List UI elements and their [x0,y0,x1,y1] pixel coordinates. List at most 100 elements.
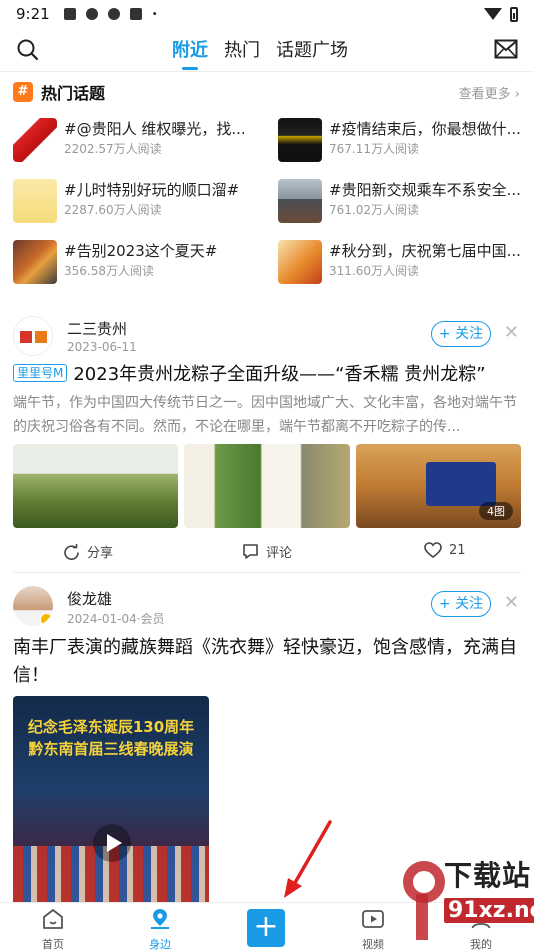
video-caption-line: 黔东南首届三线春晚展演 [28,740,194,758]
follow-button[interactable]: + 关注 [431,321,491,347]
like-count: 21 [449,543,466,558]
top-header: 附近 热门 话题广场 [0,28,534,72]
app-notification-icon [107,8,120,20]
topic-thumbnail [278,179,322,223]
chevron-right-icon: › [514,87,520,102]
video-caption: 纪念毛泽东诞辰130周年 黔东南首届三线春晚展演 [13,716,209,760]
nav-nearby-label: 身边 [149,938,171,950]
topic-reads: 311.60万人阅读 [329,264,419,278]
post-title-text: 2023年贵州龙粽子全面升级——“香禾糯 贵州龙粽” [73,364,486,385]
author-name[interactable]: 二三贵州 [67,318,127,339]
share-label: 分享 [87,546,114,561]
share-icon [64,544,79,560]
comment-label: 评论 [266,546,293,561]
watermark-url: 91xz.net [444,898,534,923]
nav-video[interactable]: 视频 [348,905,398,950]
close-icon[interactable]: ✕ [504,322,519,343]
add-post-button[interactable]: + [247,909,285,947]
app-notification-icon [85,8,98,20]
topic-thumbnail [13,240,57,284]
heart-icon [424,542,442,559]
battery-icon [510,6,518,22]
hot-topic-item[interactable]: #@贵阳人 维权曝光，找... 2202.57万人阅读 [13,118,260,162]
mail-icon[interactable] [494,38,518,60]
status-bar: 9:21 • [0,0,534,28]
search-icon[interactable] [16,38,40,62]
follow-button[interactable]: + 关注 [431,591,491,617]
post-image[interactable] [13,444,179,528]
nav-home[interactable]: 首页 [28,905,78,950]
topic-name: #贵阳新交规乘车不系安全... [329,181,521,199]
notification-icon [129,8,142,20]
post-date: 2024-01-04·会员 [67,612,165,626]
watermark-text: 下载站 [444,859,532,892]
see-more-link[interactable]: 查看更多 › [459,83,520,102]
post-header: 俊龙雄 2024-01-04·会员 + 关注 ✕ [13,586,521,632]
post-image[interactable] [184,444,350,528]
play-icon[interactable] [93,824,131,862]
comment-icon [243,544,258,559]
topic-reads: 2287.60万人阅读 [64,203,162,217]
video-thumbnail[interactable]: 纪念毛泽东诞辰130周年 黔东南首届三线春晚展演 [13,696,209,906]
topic-thumbnail [13,118,57,162]
nav-video-label: 视频 [362,938,384,950]
avatar[interactable] [13,316,53,356]
hot-topic-item[interactable]: #疫情结束后，你最想做什... 767.11万人阅读 [278,118,525,162]
hot-topic-item[interactable]: #告别2023这个夏天# 356.58万人阅读 [13,240,260,284]
tab-hot[interactable]: 热门 [224,36,260,68]
feed-tabs: 附近 热门 话题广场 [172,36,348,70]
avatar[interactable] [13,586,53,626]
see-more-label: 查看更多 [458,87,511,102]
status-time: 9:21 [16,5,50,23]
hashtag-icon: # [13,82,33,102]
post-excerpt[interactable]: 端午节，作为中国四大传统节日之一。因中国地域广大、文化丰富，各地对端午节的庆祝习… [13,391,521,439]
topic-name: #疫情结束后，你最想做什... [329,120,521,138]
share-button[interactable]: 分享 [63,542,113,561]
post-actions: 分享 评论 21 [13,538,521,564]
site-watermark: 下载站 91xz.net [398,844,534,950]
hot-topics-title: 热门话题 [41,84,106,103]
arrow-annotation-icon [284,820,332,898]
post-image[interactable]: 4图 [355,444,521,528]
more-notifications-dot: • [151,8,158,20]
topic-name: #@贵阳人 维权曝光，找... [64,120,246,138]
close-icon[interactable]: ✕ [504,592,519,613]
comment-button[interactable]: 评论 [242,542,292,561]
topic-thumbnail [278,240,322,284]
post-divider [13,572,521,573]
notification-icon [63,8,76,20]
hot-topic-item[interactable]: #秋分到，庆祝第七届中国... 311.60万人阅读 [278,240,525,284]
app-screen: 9:21 • 附近 热门 话题广场 # 热门话题 查看更多 › #@贵阳人 维权… [0,0,534,950]
author-name[interactable]: 俊龙雄 [67,588,112,609]
brand-logo-icon [20,331,47,343]
account-tag: 里里号M [13,364,68,382]
topic-name: #告别2023这个夏天# [64,242,218,260]
topic-name: #秋分到，庆祝第七届中国... [329,242,521,260]
topic-thumbnail [278,118,322,162]
video-caption-line: 纪念毛泽东诞辰130周年 [27,718,195,736]
wifi-icon [484,8,502,20]
tab-topic-square[interactable]: 话题广场 [276,36,348,68]
home-icon [43,909,63,929]
topic-reads: 356.58万人阅读 [64,264,154,278]
post-date: 2023-06-11 [67,340,137,354]
post-title[interactable]: 里里号M 2023年贵州龙粽子全面升级——“香禾糯 贵州龙粽” [13,362,486,388]
hot-topic-item[interactable]: #贵阳新交规乘车不系安全... 761.02万人阅读 [278,179,525,223]
product-box [425,462,496,506]
hot-topic-item[interactable]: #儿时特别好玩的顺口溜# 2287.60万人阅读 [13,179,260,223]
hot-topics-heading: # 热门话题 [13,80,105,104]
nav-home-label: 首页 [42,938,64,950]
like-button[interactable]: 21 [424,542,466,559]
topic-name: #儿时特别好玩的顺口溜# [64,181,240,199]
tab-nearby[interactable]: 附近 [172,36,208,70]
post-title[interactable]: 南丰厂表演的藏族舞蹈《洗衣舞》轻快豪迈，饱含感情，充满自信！ [13,634,521,690]
topic-reads: 2202.57万人阅读 [64,142,162,156]
nav-nearby[interactable]: 身边 [135,905,185,950]
image-count-badge: 4图 [478,502,513,520]
post-image-row: 4图 [13,444,521,528]
location-icon [151,909,169,929]
verified-icon [40,613,53,626]
topic-reads: 767.11万人阅读 [329,142,419,156]
topic-thumbnail [13,179,57,223]
topic-reads: 761.02万人阅读 [329,203,419,217]
